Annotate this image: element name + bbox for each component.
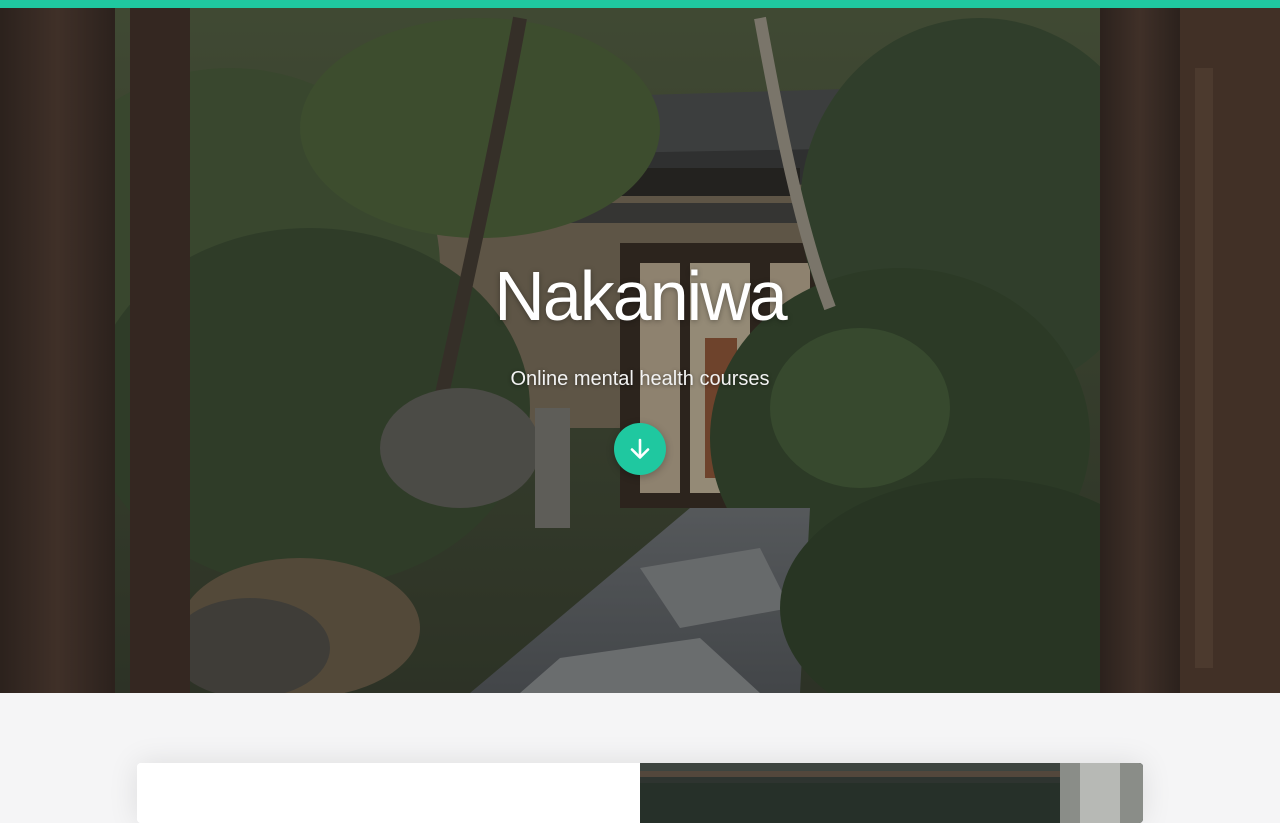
content-section (0, 693, 1280, 823)
hero-dark-overlay (0, 8, 1280, 693)
feature-card-image (640, 763, 1143, 823)
feature-card-text-panel (137, 763, 640, 823)
hero-subtitle: Online mental health courses (510, 368, 770, 390)
arrow-down-icon (630, 438, 650, 459)
top-accent-bar (0, 0, 1280, 8)
hero-title: Nakaniwa (494, 257, 787, 335)
scroll-down-button[interactable] (614, 423, 666, 475)
hero-section: Nakaniwa Online mental health courses (0, 8, 1280, 693)
feature-card (137, 763, 1143, 823)
